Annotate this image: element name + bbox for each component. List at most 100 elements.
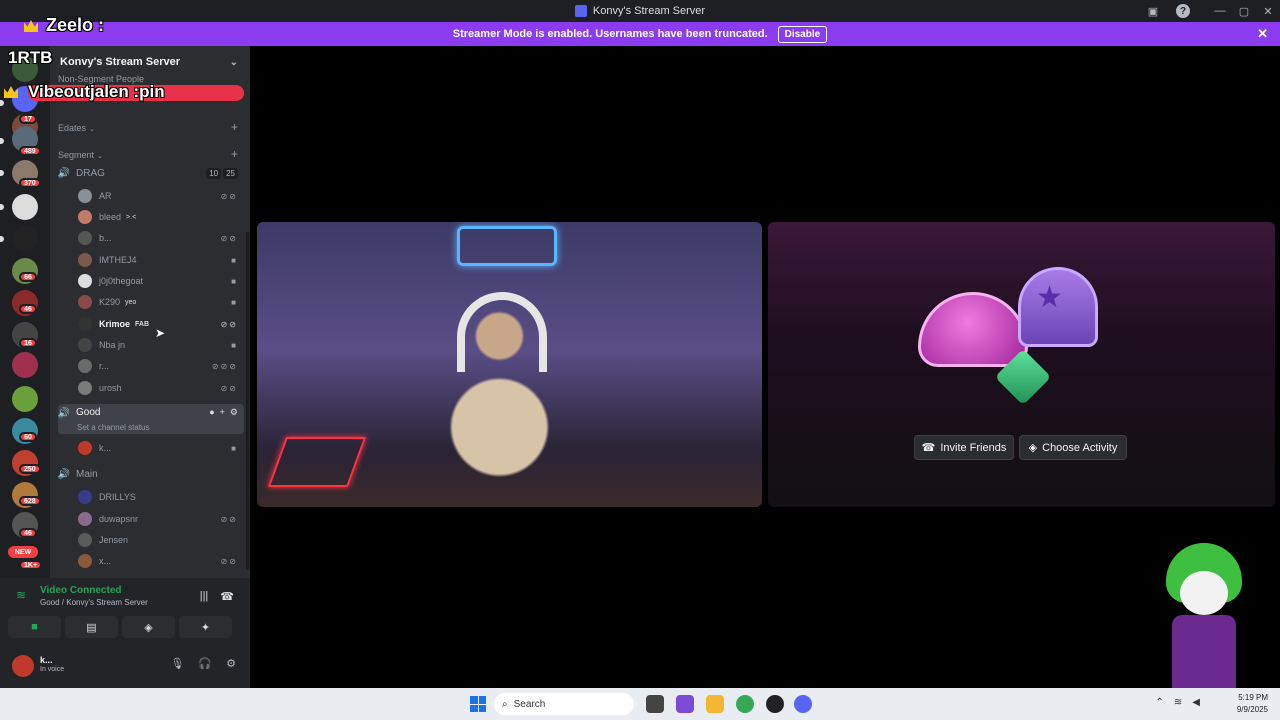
invite-icon[interactable]: +	[220, 407, 225, 418]
avatar	[78, 512, 92, 526]
discord-icon[interactable]	[794, 695, 812, 713]
server-icon[interactable]	[12, 194, 38, 220]
gear-icon[interactable]: ⚙	[226, 657, 236, 670]
muted-icon: ⊘⊘	[220, 191, 238, 201]
invite-icon: ☎	[921, 442, 936, 454]
copilot-icon[interactable]	[676, 695, 694, 713]
soundboard-button[interactable]: ✦	[179, 616, 232, 638]
user-name: Jensen	[99, 535, 129, 545]
channel-status[interactable]: Set a channel status	[77, 423, 150, 432]
taskbar-search[interactable]: ⌕ Search	[494, 693, 634, 715]
camera-tile[interactable]	[257, 222, 762, 507]
voice-user[interactable]: IMTHEJ4 ■	[78, 251, 240, 269]
activity-tile: ★ ☎ Invite Friends ◈ Choose Activity	[768, 222, 1275, 507]
user-name: j0j0thegoat	[99, 276, 144, 286]
server-icon[interactable]	[12, 352, 38, 378]
obs-icon[interactable]	[766, 695, 784, 713]
voice-user[interactable]: k... ■	[78, 439, 240, 457]
voice-user[interactable]: duwapsnr ⊘⊘	[78, 510, 240, 528]
window-title: Konvy's Stream Server	[592, 5, 706, 17]
search-placeholder: Search	[513, 698, 546, 710]
invite-friends-button[interactable]: ☎ Invite Friends	[914, 435, 1014, 460]
minimize-button[interactable]: —	[1208, 0, 1232, 22]
noise-suppression-icon[interactable]: |||	[200, 590, 209, 603]
close-icon[interactable]: ✕	[1257, 26, 1268, 42]
maximize-button[interactable]: ▢	[1232, 0, 1256, 22]
help-icon[interactable]: ?	[1176, 4, 1190, 18]
choose-activity-button[interactable]: ◈ Choose Activity	[1019, 435, 1127, 460]
inbox-icon[interactable]: ▣	[1146, 4, 1160, 18]
unread-indicator	[0, 100, 4, 106]
volume-icon[interactable]: ◀	[1192, 697, 1200, 708]
channel-name: DRAG	[76, 167, 105, 179]
voice-user[interactable]: Jensen	[78, 531, 240, 549]
voice-status: Video Connected	[40, 585, 122, 596]
voice-buttons: ■ ▤ ◈ ✦	[8, 616, 232, 638]
category-header[interactable]: Segment ⌄	[58, 150, 103, 160]
voice-user[interactable]: bleed >.<	[78, 208, 240, 226]
user-panel: k... In voice 🎙 🎧 ⚙	[12, 653, 242, 679]
microphone-icon[interactable]: 🎙	[170, 657, 184, 670]
voice-user[interactable]: AR ⊘⊘	[78, 187, 240, 205]
voice-user[interactable]: urosh ⊘⊘	[78, 379, 240, 397]
category-label: Segment	[58, 150, 95, 160]
voice-user[interactable]: DRILLYS	[78, 488, 240, 506]
chevron-up-icon[interactable]: ⌃	[1156, 697, 1164, 708]
joker-face	[1180, 571, 1228, 615]
user-tag: yeo	[125, 298, 137, 306]
file-explorer-icon[interactable]	[646, 695, 664, 713]
gear-icon[interactable]: ⚙	[230, 407, 238, 418]
activity-button[interactable]: ◈	[122, 616, 175, 638]
camera-button[interactable]: ■	[8, 616, 61, 638]
mention-badge: 489	[19, 146, 41, 156]
wifi-icon[interactable]: ≋	[1174, 697, 1182, 708]
voice-channel-main[interactable]: 🔊 Main	[58, 465, 244, 483]
sidebar-scrollbar[interactable]	[246, 232, 249, 570]
chrome-icon[interactable]	[736, 695, 754, 713]
add-channel-icon[interactable]: +	[231, 120, 238, 134]
windows-start-icon[interactable]	[470, 696, 486, 712]
voice-panel: ≋ Video Connected Good / Konvy's Stream …	[0, 578, 250, 688]
voice-user[interactable]: K290 yeo ■	[78, 293, 240, 311]
server-icon[interactable]	[12, 386, 38, 412]
muted-icon: ⊘⊘	[220, 319, 238, 329]
add-channel-icon[interactable]: +	[231, 147, 238, 161]
voice-user[interactable]: x... ⊘⊘	[78, 552, 240, 570]
user-tag: >.<	[126, 213, 137, 221]
chevron-down-icon: ⌄	[89, 126, 95, 133]
disable-button[interactable]: Disable	[777, 25, 828, 43]
muted-icon: ⊘⊘	[220, 383, 238, 393]
screen-share-button[interactable]: ▤	[65, 616, 118, 638]
disconnect-icon[interactable]: ☎	[220, 590, 234, 603]
video-count: 10	[206, 167, 222, 179]
user-name: urosh	[99, 383, 122, 393]
voice-channel-drag[interactable]: 🔊 DRAG 10 25	[58, 164, 244, 182]
folder-icon[interactable]	[706, 695, 724, 713]
windows-taskbar: ⌕ Search ⌃ ≋ ◀ 5:19 PM 9/9/2025	[0, 688, 1280, 720]
clock-time: 5:19 PM	[1238, 693, 1268, 702]
chat-overlay-name: Vibeoutjalen :pin	[28, 82, 165, 101]
voice-location[interactable]: Good / Konvy's Stream Server	[40, 598, 148, 607]
chevron-down-icon[interactable]: ⌄	[230, 57, 238, 68]
close-button[interactable]: ✕	[1256, 0, 1280, 22]
user-name: b...	[99, 233, 112, 243]
clock[interactable]: 5:19 PM 9/9/2025	[1237, 692, 1268, 716]
title-bar: Konvy's Stream Server ▣ ? — ▢ ✕	[0, 0, 1280, 22]
avatar	[78, 381, 92, 395]
joker-figure	[1160, 543, 1248, 703]
voice-user[interactable]: r... ⊘⊘⊘	[78, 357, 240, 375]
category-header[interactable]: Edates ⌄	[58, 123, 95, 133]
server-icon[interactable]	[12, 226, 38, 252]
avatar	[78, 359, 92, 373]
voice-user[interactable]: j0j0thegoat ■	[78, 272, 240, 290]
banner-text: Streamer Mode is enabled. Usernames have…	[452, 28, 768, 40]
unread-indicator	[0, 170, 4, 176]
mention-badge: 16	[19, 338, 37, 348]
user-name: r...	[99, 361, 110, 371]
headphones-icon[interactable]: 🎧	[198, 657, 212, 670]
camera-icon: ■	[231, 340, 238, 350]
server-header[interactable]: Konvy's Stream Server ⌄	[50, 52, 250, 72]
voice-user[interactable]: b... ⊘⊘	[78, 229, 240, 247]
chat-icon[interactable]: ●	[209, 407, 214, 418]
avatar[interactable]	[12, 655, 34, 677]
